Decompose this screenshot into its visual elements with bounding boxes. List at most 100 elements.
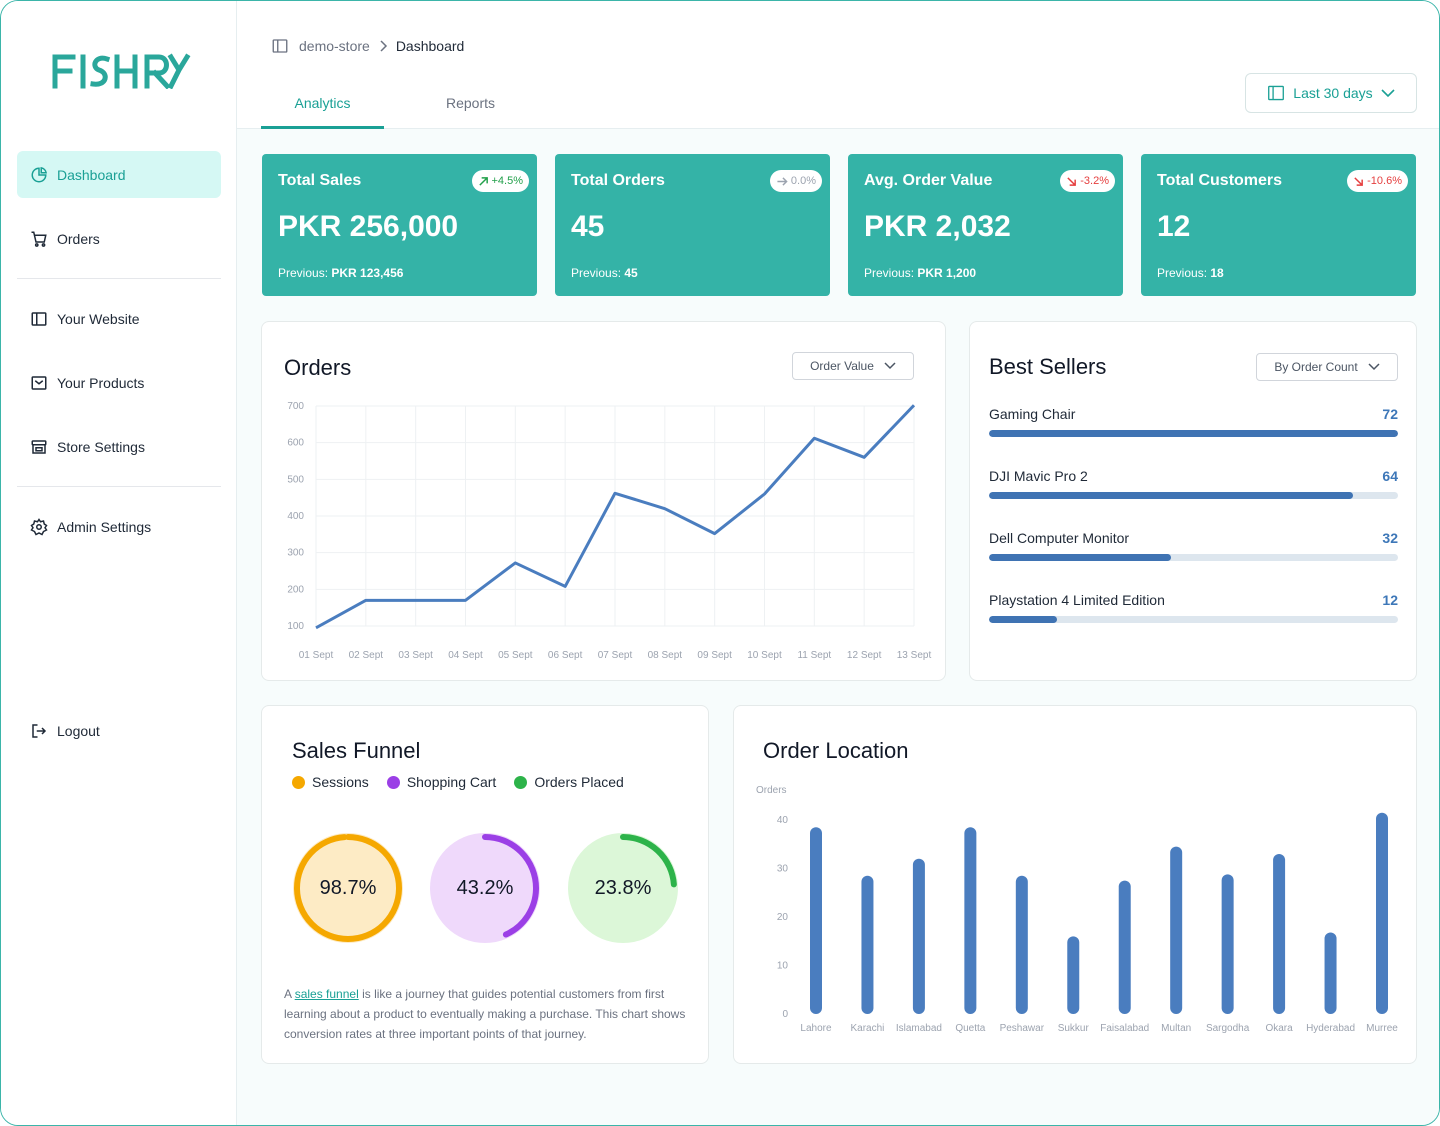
y-tick-label: 0 xyxy=(782,1009,788,1020)
best-seller-row: DJI Mavic Pro 2 64 xyxy=(989,468,1398,499)
donut-percent: 23.8% xyxy=(594,876,652,899)
change-badge: 0.0% xyxy=(769,170,822,192)
arrow-up-right-icon xyxy=(478,176,488,186)
tab-analytics[interactable]: Analytics xyxy=(261,95,384,129)
x-tick-label: Karachi xyxy=(851,1023,885,1034)
y-tick-label: 500 xyxy=(287,474,304,485)
sidebar-item-dashboard[interactable]: Dashboard xyxy=(17,151,221,198)
stat-previous: Previous: 18 xyxy=(1157,266,1224,280)
progress-fill xyxy=(989,616,1058,623)
date-range-label: Last 30 days xyxy=(1293,85,1373,101)
bar-sukkur xyxy=(1067,936,1080,1014)
progress-fill xyxy=(989,492,1353,499)
bar-karachi xyxy=(861,875,874,1014)
product-count: 72 xyxy=(1382,406,1398,422)
sidebar-item-store-settings[interactable]: Store Settings xyxy=(17,423,221,470)
y-tick-label: 20 xyxy=(777,912,789,923)
stat-value: PKR 256,000 xyxy=(278,210,459,243)
x-tick-label: Lahore xyxy=(800,1023,832,1034)
y-tick-label: 100 xyxy=(287,621,304,632)
chevron-down-icon xyxy=(1368,363,1380,371)
progress-track xyxy=(989,492,1398,499)
app-window: Dashboard Orders Your Website Your Produ… xyxy=(0,0,1440,1126)
donut-orders-placed: 23.8% xyxy=(567,832,679,944)
stat-value: 45 xyxy=(571,210,605,243)
stat-previous: Previous: PKR 1,200 xyxy=(864,266,976,280)
logout-button[interactable]: Logout xyxy=(17,707,221,754)
brand-logo[interactable] xyxy=(51,53,191,94)
best-seller-row: Dell Computer Monitor 32 xyxy=(989,530,1398,561)
layout-icon xyxy=(29,309,49,329)
stat-card-avg-order-value: Avg. Order Value -3.2% PKR 2,032 Previou… xyxy=(848,154,1123,296)
funnel-description: A sales funnel is like a journey that gu… xyxy=(284,984,694,1044)
tab-label: Analytics xyxy=(294,95,351,111)
change-badge: +4.5% xyxy=(471,170,529,192)
x-tick-label: 13 Sept xyxy=(897,650,932,661)
dropdown-label: By Order Count xyxy=(1274,360,1358,374)
sidebar-item-admin-settings[interactable]: Admin Settings xyxy=(17,503,221,550)
bar-lahore xyxy=(810,827,822,1014)
y-tick-label: 400 xyxy=(287,511,304,522)
date-range-dropdown[interactable]: Last 30 days xyxy=(1245,73,1417,113)
bar-okara xyxy=(1273,853,1286,1014)
prev-label: Previous: xyxy=(571,266,622,280)
sidebar-toggle-icon[interactable] xyxy=(271,37,289,55)
legend-item-sessions: Sessions xyxy=(292,774,369,790)
orders-line-chart: 100 200 300 400 500 600 700 01 Sept 02 Sept 03 Se… xyxy=(287,401,932,661)
x-tick-label: 06 Sept xyxy=(548,650,583,661)
product-count: 64 xyxy=(1382,468,1398,484)
bar-quetta xyxy=(964,827,977,1014)
bar-murree xyxy=(1376,812,1388,1014)
sidebar-item-your-website[interactable]: Your Website xyxy=(17,295,221,342)
pie-chart-icon xyxy=(29,165,49,185)
stat-value: 12 xyxy=(1157,210,1191,243)
sidebar-item-your-products[interactable]: Your Products xyxy=(17,359,221,406)
x-tick-label: 02 Sept xyxy=(349,650,384,661)
x-tick-label: Faisalabad xyxy=(1100,1023,1149,1034)
tab-reports[interactable]: Reports xyxy=(409,95,532,129)
donut-percent: 98.7% xyxy=(319,876,377,899)
x-tick-label: 07 Sept xyxy=(598,650,633,661)
x-tick-label: 09 Sept xyxy=(697,650,732,661)
x-tick-label: Quetta xyxy=(955,1023,985,1034)
progress-track xyxy=(989,616,1398,623)
breadcrumb-store-link[interactable]: demo-store xyxy=(299,38,370,54)
product-count: 32 xyxy=(1382,530,1398,546)
y-tick-label: 300 xyxy=(287,548,304,559)
product-name: Dell Computer Monitor xyxy=(989,530,1130,546)
best-sellers-card: Best Sellers By Order Count Gaming Chair… xyxy=(969,321,1417,681)
progress-track xyxy=(989,430,1398,437)
x-tick-label: Okara xyxy=(1265,1023,1293,1034)
breadcrumb: demo-store Dashboard xyxy=(271,37,464,55)
cart-icon xyxy=(29,229,49,249)
stat-previous: Previous: PKR 123,456 xyxy=(278,266,403,280)
order-location-card: Order Location Orders 0 10 20 30 40 Lahore Kara… xyxy=(733,705,1417,1064)
prev-value: 18 xyxy=(1210,266,1224,280)
fishry-logo-icon xyxy=(52,53,191,90)
best-seller-row: Gaming Chair 72 xyxy=(989,406,1398,437)
product-name: Gaming Chair xyxy=(989,406,1076,422)
sidebar-item-label: Your Website xyxy=(57,310,140,327)
y-tick-label: 600 xyxy=(287,438,304,449)
sidebar-item-orders[interactable]: Orders xyxy=(17,215,221,262)
legend-label: Sessions xyxy=(312,774,369,790)
change-value: +4.5% xyxy=(491,175,524,187)
x-tick-label: 05 Sept xyxy=(498,650,533,661)
x-tick-label: Murree xyxy=(1366,1023,1398,1034)
prev-label: Previous: xyxy=(864,266,915,280)
change-badge: -3.2% xyxy=(1060,170,1115,192)
sales-funnel-link[interactable]: sales funnel xyxy=(295,987,359,1001)
change-value: -3.2% xyxy=(1080,175,1109,187)
legend-dot xyxy=(514,775,528,789)
sidebar: Dashboard Orders Your Website Your Produ… xyxy=(1,1,237,1125)
legend-item-shopping-cart: Shopping Cart xyxy=(386,774,496,790)
change-badge: -10.6% xyxy=(1347,170,1408,192)
logout-label: Logout xyxy=(57,722,100,739)
prev-label: Previous: xyxy=(1157,266,1208,280)
logout-icon xyxy=(29,721,49,741)
x-tick-label: 04 Sept xyxy=(448,650,483,661)
top-header: demo-store Dashboard Analytics Reports L… xyxy=(237,1,1439,129)
best-sellers-sort-dropdown[interactable]: By Order Count xyxy=(1256,353,1398,381)
bar-sargodha xyxy=(1221,874,1234,1014)
store-icon xyxy=(29,437,49,457)
